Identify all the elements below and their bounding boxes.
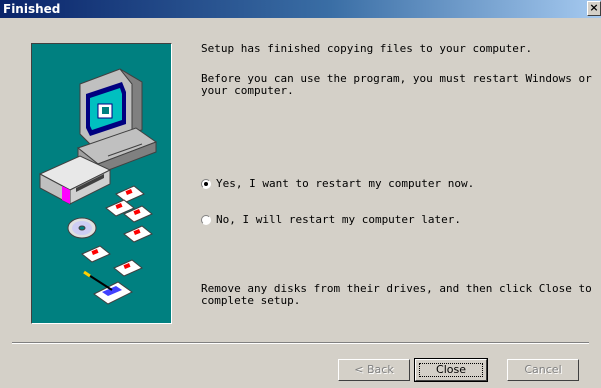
separator: [12, 342, 589, 344]
setup-illustration: [31, 43, 172, 324]
option-restart-now-label[interactable]: Yes, I want to restart my computer now.: [216, 178, 474, 190]
option-restart-later-label[interactable]: No, I will restart my computer later.: [216, 214, 461, 226]
radio-selected-dot: [204, 182, 208, 186]
radio-restart-now[interactable]: [201, 179, 211, 189]
setup-finished-dialog: Finished × Setup has finished copying fi…: [0, 0, 601, 388]
message-copied: Setup has finished copying files to your…: [201, 42, 533, 55]
close-window-button[interactable]: ×: [587, 1, 601, 16]
focus-rectangle: [419, 363, 483, 377]
cancel-button[interactable]: Cancel: [507, 359, 579, 381]
pen-card-icon: [83, 270, 133, 305]
back-button[interactable]: < Back: [338, 359, 410, 381]
illustration-svg: [38, 68, 158, 305]
radio-restart-later[interactable]: [201, 215, 211, 225]
message-remove-disks: Remove any disks from their drives, and …: [201, 282, 592, 307]
cd-rom-icon: [67, 217, 97, 239]
message-restart-required: Before you can use the program, you must…: [201, 72, 592, 97]
computer-icon: [76, 68, 158, 176]
close-button[interactable]: Close: [414, 358, 488, 382]
title-bar[interactable]: Finished ×: [0, 0, 601, 18]
window-title: Finished: [3, 2, 61, 16]
